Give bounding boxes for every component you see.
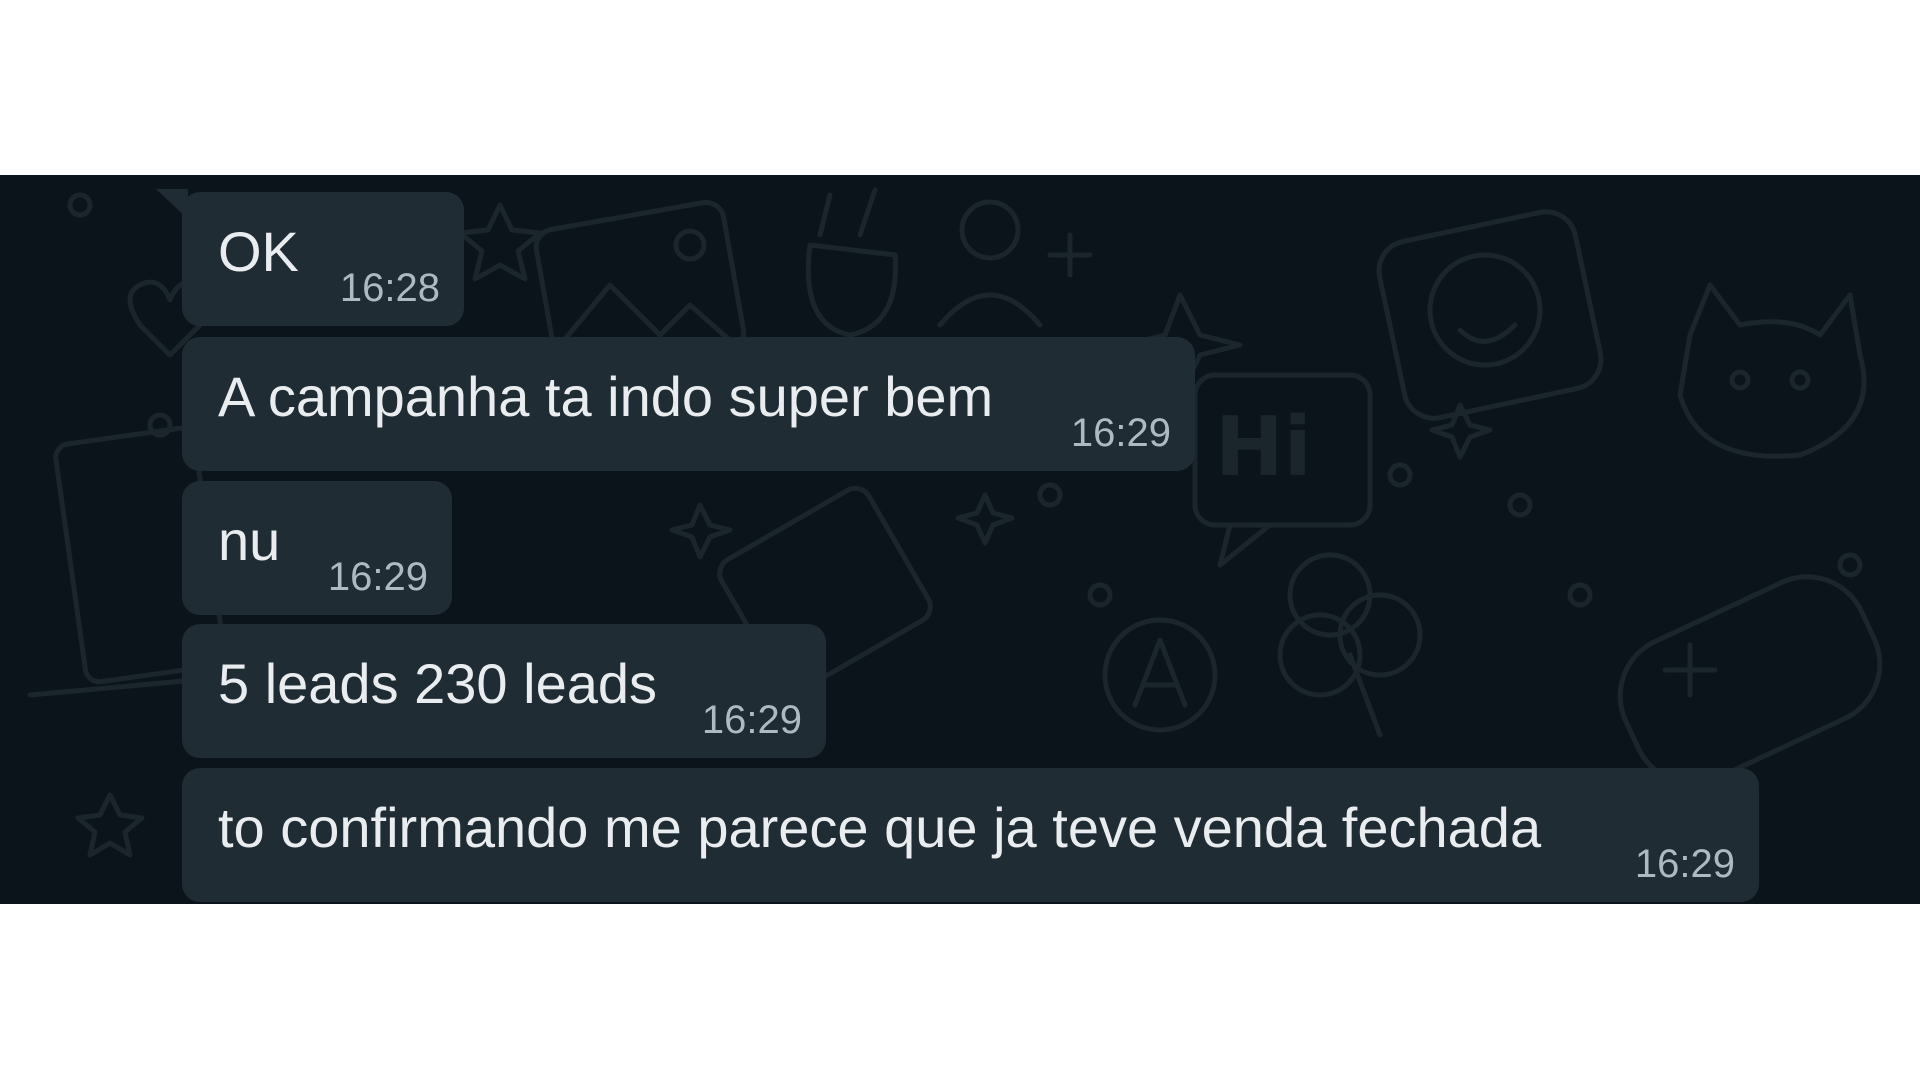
message-text: to confirmando me parece que ja teve ven… [218, 796, 1542, 859]
message-bubble[interactable]: 5 leads 230 leads 16:29 [182, 624, 826, 758]
message-timestamp: 16:29 [327, 555, 428, 599]
doodle-letter-a-icon [1102, 617, 1218, 733]
message-bubble[interactable]: nu 16:29 [182, 481, 452, 615]
svg-text:Hi: Hi [1215, 400, 1312, 495]
message-text: A campanha ta indo super bem [218, 365, 994, 428]
message-timestamp: 16:29 [1634, 842, 1735, 886]
message-text: 5 leads 230 leads [218, 652, 658, 715]
doodle-clover-icon [1277, 552, 1423, 738]
message-bubble[interactable]: to confirmando me parece que ja teve ven… [182, 768, 1759, 902]
doodle-peace-hand-icon [805, 187, 898, 338]
message-text: nu [218, 509, 281, 572]
doodle-hi-bubble-icon: Hi [1192, 372, 1373, 568]
message-bubble[interactable]: A campanha ta indo super bem 16:29 [182, 337, 1195, 471]
doodle-gamepad-icon [1617, 574, 1883, 786]
message-timestamp: 16:28 [339, 266, 440, 310]
doodle-cat-icon [1677, 282, 1867, 459]
message-timestamp: 16:29 [1070, 411, 1171, 455]
message-timestamp: 16:29 [701, 698, 802, 742]
chat-message-panel[interactable]: Hi OK 16:28 A campanha ta indo super bem… [0, 175, 1920, 904]
doodle-winking-face-icon [1376, 209, 1604, 421]
message-text: OK [218, 220, 299, 283]
message-bubble[interactable]: OK 16:28 [182, 192, 464, 326]
doodle-person-icon [937, 199, 1043, 328]
